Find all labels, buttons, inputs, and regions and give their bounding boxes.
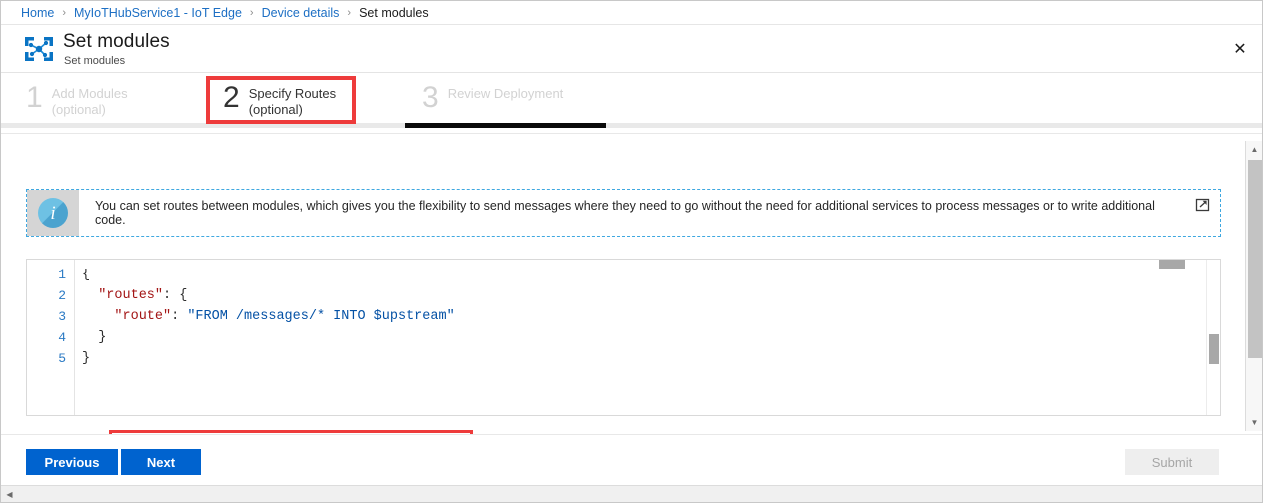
editor-line-number: 4 (58, 330, 66, 345)
iot-edge-icon (23, 34, 55, 64)
wizard-step-label: Add Modules (51, 86, 128, 101)
editor-gutter: 1 2 3 4 5 (27, 260, 75, 415)
wizard-step-number: 2 (223, 81, 240, 114)
editor-line-number: 3 (58, 309, 66, 324)
breadcrumb-separator: › (249, 6, 254, 19)
editor-code-line: "route": "FROM /messages/* INTO $upstrea… (82, 306, 1206, 327)
close-icon[interactable]: ✕ (1224, 33, 1256, 65)
external-link-icon[interactable] (1194, 196, 1212, 214)
editor-code-line: } (82, 348, 1206, 369)
editor-code-line: "routes": { (82, 285, 1206, 306)
wizard-step-optional: (optional) (248, 102, 303, 117)
page-title: Set modules (63, 31, 170, 52)
page-horizontal-scrollbar[interactable]: ◀ (1, 485, 1262, 502)
wizard-step-label: Review Deployment (447, 86, 564, 101)
editor-hscroll-thumb[interactable] (1159, 260, 1185, 269)
breadcrumb-separator: › (347, 6, 352, 19)
wizard-step-2[interactable]: 2 Specify Routes (optional) (223, 74, 336, 132)
wizard-step-underline (1, 123, 405, 128)
editor-vscroll-thumb[interactable] (1209, 334, 1219, 364)
submit-button: Submit (1125, 449, 1219, 475)
set-modules-blade: Home › MyIoTHubService1 - IoT Edge › Device … (0, 0, 1263, 503)
wizard-step-3[interactable]: 3 Review Deployment (422, 74, 563, 132)
page-subtitle: Set modules (64, 55, 126, 67)
info-banner: i You can set routes between modules, wh… (26, 189, 1221, 237)
wizard-steps: 1 Add Modules (optional) 2 Specify Routes (op… (1, 74, 1262, 132)
scroll-down-arrow-icon[interactable]: ▼ (1246, 414, 1263, 431)
blade-footer: Previous Next Submit (1, 434, 1262, 488)
code-token-key: "route" (114, 309, 172, 324)
wizard-step-underline (606, 123, 1262, 128)
code-token-punc: } (98, 330, 107, 345)
code-token-key: "routes" (98, 288, 164, 303)
next-button[interactable]: Next (121, 449, 201, 475)
breadcrumb-item-2[interactable]: Device details (262, 6, 340, 20)
blade-content: i You can set routes between modules, wh… (1, 133, 1262, 458)
routes-json-editor[interactable]: 1 2 3 4 5 { "routes": { "route": "FROM /mess… (26, 259, 1221, 416)
editor-vertical-scrollbar[interactable] (1206, 260, 1220, 415)
scroll-up-arrow-icon[interactable]: ▲ (1246, 141, 1263, 158)
breadcrumb-item-1[interactable]: MyIoTHubService1 - IoT Edge (74, 6, 242, 20)
breadcrumb-separator: › (62, 6, 67, 19)
code-token-punc: : { (163, 288, 188, 303)
page-vertical-scrollbar[interactable]: ▲ ▼ (1245, 141, 1262, 431)
info-icon: i (38, 198, 68, 228)
code-token-str: "FROM /messages/* INTO $upstream" (187, 309, 455, 324)
code-token-punc: } (82, 351, 91, 366)
breadcrumb-item-3: Set modules (359, 5, 429, 20)
wizard-step-optional: (optional) (51, 102, 106, 117)
previous-button[interactable]: Previous (26, 449, 118, 475)
breadcrumb-item-0[interactable]: Home (21, 6, 54, 20)
editor-line-number: 5 (58, 351, 66, 366)
page-vscroll-thumb[interactable] (1248, 160, 1262, 358)
editor-code-area[interactable]: { "routes": { "route": "FROM /messages/*… (76, 260, 1206, 415)
info-banner-text: You can set routes between modules, whic… (95, 199, 1155, 227)
blade-title-bar: Set modules Set modules ✕ (1, 26, 1262, 73)
editor-horizontal-scrollbar[interactable] (76, 260, 1208, 269)
editor-line-number: 2 (58, 288, 66, 303)
code-token-punc: { (82, 267, 91, 282)
breadcrumb: Home › MyIoTHubService1 - IoT Edge › Device … (1, 1, 1262, 25)
scroll-left-arrow-icon[interactable]: ◀ (1, 486, 18, 502)
info-icon-container: i (27, 190, 79, 236)
wizard-step-number: 1 (26, 81, 43, 114)
editor-code-line: } (82, 327, 1206, 348)
wizard-step-label: Specify Routes (248, 86, 337, 101)
code-token-punc: : (171, 309, 188, 324)
wizard-step-number: 3 (422, 81, 439, 114)
editor-line-number: 1 (58, 267, 66, 282)
